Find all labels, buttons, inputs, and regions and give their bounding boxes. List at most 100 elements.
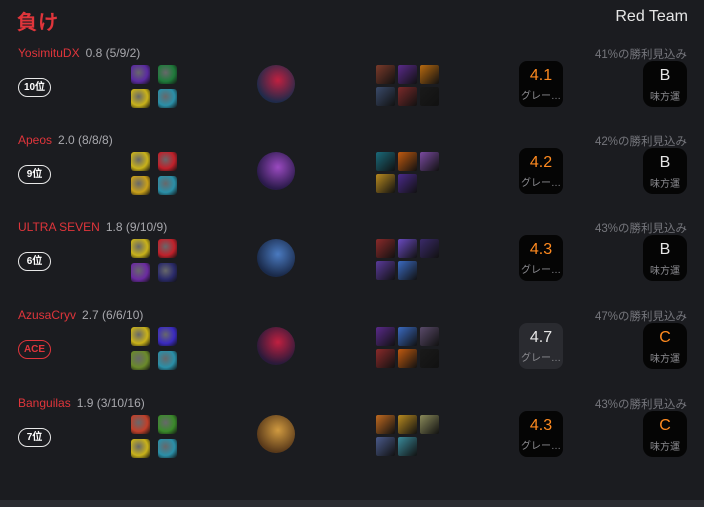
summoner-rune-icons [131,65,177,111]
champion-portrait[interactable] [257,65,295,103]
team-grade-value: C [659,329,671,346]
player-name-line: ULTRA SEVEN 1.8 (9/10/9) [18,220,167,234]
item-icon[interactable] [398,349,417,368]
summoner-spell-icon[interactable] [131,439,150,458]
grade-value: 4.3 [529,241,553,258]
performance-grade[interactable]: 4.3 グレー… [519,235,563,281]
team-luck-grade[interactable]: B 味方運 [643,61,687,107]
summoner-spell-icon[interactable] [131,415,150,434]
item-icon[interactable] [376,239,395,258]
team-luck-grade[interactable]: B 味方運 [643,235,687,281]
rune-icon[interactable] [158,351,177,370]
item-icon[interactable] [420,152,439,171]
item-icon[interactable] [398,261,417,280]
item-icon[interactable] [420,239,439,258]
summoner-rune-icons [131,239,177,285]
summoner-spell-icon[interactable] [131,65,150,84]
item-icon[interactable] [398,152,417,171]
performance-grade[interactable]: 4.2 グレー… [519,148,563,194]
rank-badge: 10位 [18,78,51,97]
team-grade-label: 味方運 [650,442,680,453]
champion-portrait[interactable] [257,239,295,277]
player-row[interactable]: AzusaCryv 2.7 (6/6/10) 47%の勝利見込み ACE 4.7 グ… [0,308,704,396]
item-icon[interactable] [376,87,395,106]
grade-value: 4.2 [529,154,553,171]
grade-value: 4.1 [529,67,553,84]
rune-icon[interactable] [158,415,177,434]
performance-grade[interactable]: 4.7 グレー… [519,323,563,369]
rune-icon[interactable] [158,239,177,258]
item-icon[interactable] [420,349,439,368]
grade-label: グレー… [521,265,561,276]
team-grade-value: C [659,417,671,434]
item-icon[interactable] [376,152,395,171]
player-name-line: AzusaCryv 2.7 (6/6/10) [18,308,143,322]
performance-grade[interactable]: 4.1 グレー… [519,61,563,107]
item-icon[interactable] [398,437,417,456]
grade-label: グレー… [521,353,561,364]
player-row[interactable]: Apeos 2.0 (8/8/8) 42%の勝利見込み 9位 4.2 グレー… B … [0,133,704,221]
player-name[interactable]: AzusaCryv [18,308,76,322]
item-icon[interactable] [376,349,395,368]
champion-portrait[interactable] [257,415,295,453]
item-icon[interactable] [398,327,417,346]
item-icon[interactable] [398,174,417,193]
item-icon[interactable] [376,327,395,346]
champion-portrait[interactable] [257,152,295,190]
player-name[interactable]: YosimituDX [18,46,80,60]
item-icon[interactable] [376,261,395,280]
item-icon[interactable] [398,65,417,84]
player-kda: 0.8 (5/9/2) [85,46,141,60]
rune-icon[interactable] [158,263,177,282]
item-build [376,152,442,196]
rune-icon[interactable] [158,327,177,346]
champion-portrait[interactable] [257,327,295,365]
player-name[interactable]: Apeos [18,133,52,147]
rune-icon[interactable] [158,65,177,84]
win-probability: 41%の勝利見込み [594,49,687,61]
summoner-spell-icon[interactable] [131,351,150,370]
rune-icon[interactable] [158,439,177,458]
rune-icon[interactable] [158,89,177,108]
summoner-spell-icon[interactable] [131,176,150,195]
item-icon[interactable] [420,87,439,106]
item-icon[interactable] [376,174,395,193]
player-name[interactable]: Banguilas [18,396,71,410]
item-icon[interactable] [376,415,395,434]
summoner-spell-icon[interactable] [131,89,150,108]
player-kda: 2.7 (6/6/10) [82,308,144,322]
summoner-spell-icon[interactable] [131,239,150,258]
win-probability: 42%の勝利見込み [594,136,687,148]
performance-grade[interactable]: 4.3 グレー… [519,411,563,457]
bottom-divider [0,500,704,507]
item-build [376,65,442,109]
summoner-rune-icons [131,152,177,198]
player-name-line: YosimituDX 0.8 (5/9/2) [18,46,140,60]
summoner-spell-icon[interactable] [131,263,150,282]
item-icon[interactable] [376,437,395,456]
player-name[interactable]: ULTRA SEVEN [18,220,100,234]
grade-label: グレー… [521,178,561,189]
team-luck-grade[interactable]: B 味方運 [643,148,687,194]
player-row[interactable]: ULTRA SEVEN 1.8 (9/10/9) 43%の勝利見込み 6位 4.3 … [0,220,704,308]
player-row[interactable]: Banguilas 1.9 (3/10/16) 43%の勝利見込み 7位 4.3 グ… [0,396,704,484]
player-row[interactable]: YosimituDX 0.8 (5/9/2) 41%の勝利見込み 10位 4.1 グ… [0,46,704,134]
item-icon[interactable] [420,327,439,346]
summoner-spell-icon[interactable] [131,327,150,346]
rank-badge: 6位 [18,252,51,271]
team-grade-value: B [659,241,671,258]
item-icon[interactable] [398,87,417,106]
grade-value: 4.7 [529,329,553,346]
team-luck-grade[interactable]: C 味方運 [643,323,687,369]
item-icon[interactable] [420,415,439,434]
item-icon[interactable] [420,65,439,84]
summoner-spell-icon[interactable] [131,152,150,171]
summoner-rune-icons [131,415,177,461]
team-luck-grade[interactable]: C 味方運 [643,411,687,457]
item-icon[interactable] [376,65,395,84]
rune-icon[interactable] [158,152,177,171]
item-icon[interactable] [398,415,417,434]
item-icon[interactable] [398,239,417,258]
rune-icon[interactable] [158,176,177,195]
summoner-rune-icons [131,327,177,373]
